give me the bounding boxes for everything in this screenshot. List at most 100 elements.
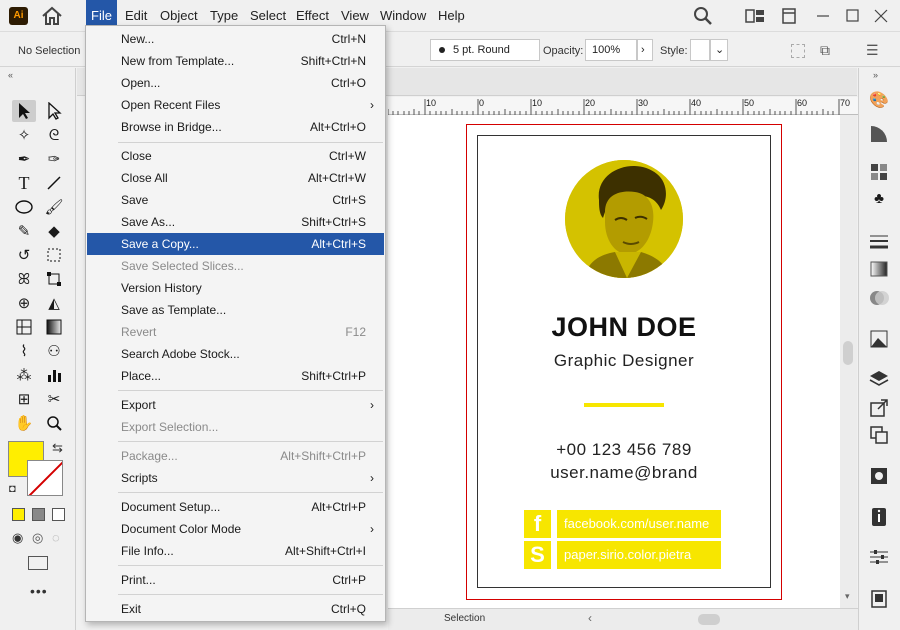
eyedropper-icon[interactable]: ⌇ — [12, 340, 36, 362]
stroke-panel-icon[interactable] — [868, 230, 890, 252]
vertical-scrollbar[interactable]: ▾ — [840, 115, 857, 608]
minimize-icon[interactable] — [815, 6, 831, 26]
ellipse-tool-icon[interactable] — [12, 196, 36, 218]
menu-item-search-adobe-stock[interactable]: Search Adobe Stock... — [87, 343, 384, 365]
zoom-tool-icon[interactable] — [42, 412, 66, 434]
color-guide-icon[interactable] — [868, 123, 890, 145]
menu-item-new-from-template[interactable]: New from Template... Shift+Ctrl+N — [87, 50, 384, 72]
menu-item-revert[interactable]: Revert F12 — [87, 321, 384, 343]
scroll-left-icon[interactable]: ‹ — [588, 611, 592, 625]
column-graph-icon[interactable] — [42, 364, 66, 386]
color-panel-icon[interactable]: 🎨 — [868, 90, 890, 112]
links-panel-icon[interactable] — [868, 588, 890, 610]
transparency-icon[interactable] — [868, 287, 890, 309]
expand-panels-icon[interactable]: » — [873, 70, 878, 80]
menu-item-file-info[interactable]: File Info... Alt+Shift+Ctrl+I — [87, 540, 384, 562]
adjustments-icon[interactable] — [868, 546, 890, 568]
draw-normal-icon[interactable]: ◉ — [12, 530, 23, 546]
transform-icon[interactable]: ⧉ — [820, 42, 830, 59]
horizontal-scroll-thumb[interactable] — [698, 614, 720, 625]
type-tool-icon[interactable]: T — [12, 172, 36, 194]
brushes-icon[interactable]: ♣ — [868, 190, 890, 212]
free-transform-icon[interactable] — [42, 268, 66, 290]
opacity-arrow-icon[interactable]: › — [637, 39, 653, 61]
pen-tool-icon[interactable]: ✒ — [12, 148, 36, 170]
menu-item-place[interactable]: Place... Shift+Ctrl+P — [87, 365, 384, 387]
collapse-panel-icon[interactable]: « — [8, 70, 13, 80]
swatches-icon[interactable] — [868, 161, 890, 183]
menu-item-close[interactable]: Close Ctrl+W — [87, 145, 384, 167]
gradient-mode-icon[interactable] — [32, 508, 45, 521]
style-dropdown-icon[interactable]: ⌄ — [710, 39, 728, 61]
menu-item-export[interactable]: Export › — [87, 394, 384, 416]
rotate-tool-icon[interactable]: ↺ — [12, 244, 36, 266]
menu-window[interactable]: Window — [380, 0, 426, 32]
shaper-tool-icon[interactable]: ✎ — [12, 220, 36, 242]
scroll-down-icon[interactable]: ▾ — [845, 591, 850, 602]
gradient-panel-icon[interactable] — [868, 258, 890, 280]
swap-fill-stroke-icon[interactable]: ⇆ — [52, 440, 63, 456]
scrollbar-thumb[interactable] — [843, 341, 853, 365]
arrange-documents-icon[interactable] — [745, 6, 765, 26]
default-colors-icon[interactable]: ◘ — [9, 483, 16, 495]
screen-mode-icon[interactable] — [28, 556, 48, 570]
slice-tool-icon[interactable]: ✂ — [42, 388, 66, 410]
draw-behind-icon[interactable]: ◎ — [32, 530, 43, 546]
artboard-tool-icon[interactable]: ⊞ — [12, 388, 36, 410]
paintbrush-icon[interactable]: 🖌 — [42, 196, 66, 218]
curvature-tool-icon[interactable]: ✑ — [42, 148, 66, 170]
menu-help[interactable]: Help — [438, 0, 465, 32]
direct-selection-tool-icon[interactable] — [42, 100, 66, 122]
line-tool-icon[interactable] — [42, 172, 66, 194]
draw-inside-icon[interactable]: ◌ — [52, 530, 60, 545]
home-icon[interactable] — [41, 6, 63, 26]
menu-item-export-selection[interactable]: Export Selection... — [87, 416, 384, 438]
export-icon[interactable] — [868, 397, 890, 419]
menu-item-scripts[interactable]: Scripts › — [87, 467, 384, 489]
menu-item-open[interactable]: Open... Ctrl+O — [87, 72, 384, 94]
perspective-grid-icon[interactable]: ◭ — [42, 292, 66, 314]
selection-tool-icon[interactable] — [12, 100, 36, 122]
align-icon[interactable] — [791, 44, 805, 58]
menu-item-version-history[interactable]: Version History — [87, 277, 384, 299]
opacity-input[interactable]: 100% — [585, 39, 637, 61]
layers-icon[interactable] — [868, 368, 890, 390]
menu-item-save-as[interactable]: Save As... Shift+Ctrl+S — [87, 211, 384, 233]
image-trace-icon[interactable] — [868, 328, 890, 350]
menu-item-save-as-template[interactable]: Save as Template... — [87, 299, 384, 321]
scale-tool-icon[interactable] — [42, 244, 66, 266]
panel-menu-icon[interactable]: ☰ — [866, 42, 879, 59]
menu-item-package[interactable]: Package... Alt+Shift+Ctrl+P — [87, 445, 384, 467]
menu-item-close-all[interactable]: Close All Alt+Ctrl+W — [87, 167, 384, 189]
search-icon[interactable] — [693, 6, 713, 26]
menu-item-save-selected-slices[interactable]: Save Selected Slices... — [87, 255, 384, 277]
blend-tool-icon[interactable]: ⚇ — [42, 340, 66, 362]
menu-item-document-color-mode[interactable]: Document Color Mode › — [87, 518, 384, 540]
menu-item-document-setup[interactable]: Document Setup... Alt+Ctrl+P — [87, 496, 384, 518]
menu-item-print[interactable]: Print... Ctrl+P — [87, 569, 384, 591]
hand-tool-icon[interactable]: ✋ — [12, 412, 36, 434]
stroke-profile-field[interactable]: 5 pt. Round — [430, 39, 540, 61]
warp-tool-icon[interactable]: ꕤ — [12, 268, 36, 290]
stroke-swatch[interactable] — [27, 460, 63, 496]
menu-item-new[interactable]: New... Ctrl+N — [87, 28, 384, 50]
menu-item-exit[interactable]: Exit Ctrl+Q — [87, 598, 384, 620]
menu-item-save[interactable]: Save Ctrl+S — [87, 189, 384, 211]
edit-toolbar-icon[interactable]: ••• — [30, 583, 48, 599]
color-mode-icon[interactable] — [12, 508, 25, 521]
shape-builder-icon[interactable]: ⊕ — [12, 292, 36, 314]
eraser-icon[interactable]: ◆ — [42, 220, 66, 242]
mesh-tool-icon[interactable] — [12, 316, 36, 338]
lasso-icon[interactable]: ᘓ — [42, 124, 66, 146]
workspace-icon[interactable] — [781, 6, 797, 26]
properties-info-icon[interactable] — [868, 506, 890, 528]
magic-wand-icon[interactable]: ✧ — [12, 124, 36, 146]
gradient-tool-icon[interactable] — [42, 316, 66, 338]
menu-item-open-recent[interactable]: Open Recent Files › — [87, 94, 384, 116]
menu-item-save-a-copy[interactable]: Save a Copy... Alt+Ctrl+S — [87, 233, 384, 255]
menu-item-browse-in-bridge[interactable]: Browse in Bridge... Alt+Ctrl+O — [87, 116, 384, 138]
maximize-icon[interactable] — [845, 6, 861, 26]
libraries-icon[interactable] — [868, 465, 890, 487]
close-icon[interactable] — [873, 6, 889, 26]
artboards-icon[interactable] — [868, 424, 890, 446]
